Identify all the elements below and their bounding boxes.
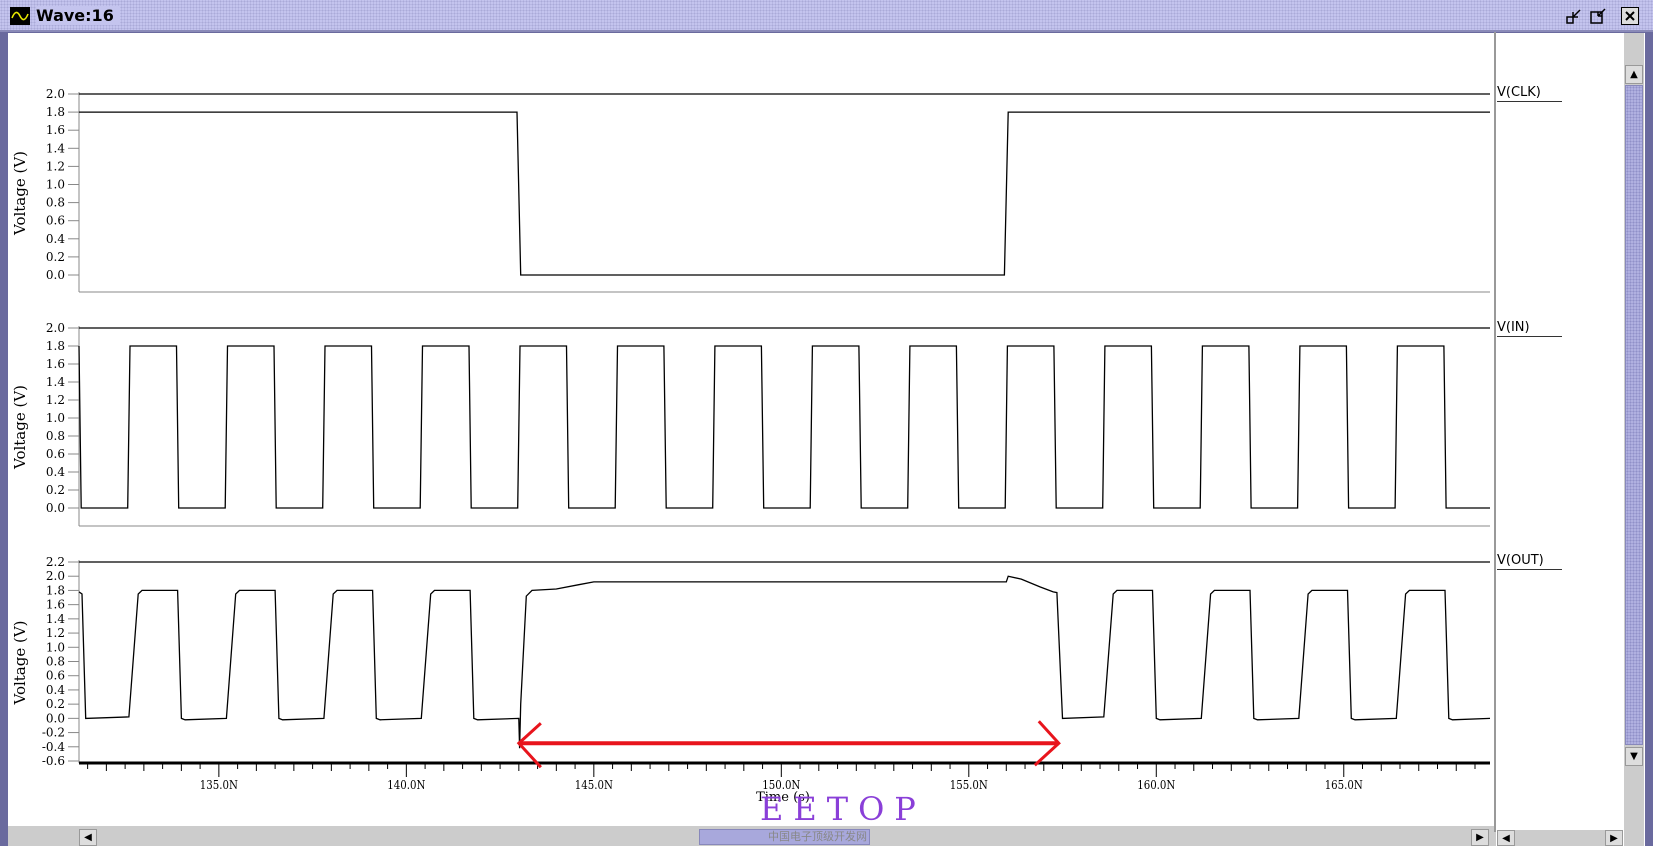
y-axis-label: Voltage (V) [11,385,29,470]
y-tick-label: 2.0 [46,321,65,335]
watermark: EETOP [760,790,926,828]
y-tick-label: 1.4 [46,141,65,155]
legend-horizontal-scrollbar[interactable]: ◀ ▶ [1497,830,1623,846]
legend-scroll-right-button[interactable]: ▶ [1605,830,1623,846]
x-tick-label: 155.0N [950,778,988,792]
y-tick-label: 1.0 [46,640,65,654]
x-tick-label: 165.0N [1325,778,1363,792]
y-tick-label: 0.0 [46,268,65,282]
y-tick-label: 1.8 [46,583,65,597]
y-tick-label: 2.2 [46,555,65,569]
legend-label-clk[interactable]: V(CLK) [1497,85,1562,102]
x-tick-label: 135.0N [200,778,238,792]
y-tick-label: 1.6 [46,123,65,137]
y-tick-label: 0.8 [46,196,65,210]
y-tick-label: 0.0 [46,501,65,515]
y-axis-label: Voltage (V) [11,151,29,236]
x-tick-label: 145.0N [575,778,613,792]
y-tick-label: 1.2 [46,626,65,640]
waveform-plot: 2.01.81.61.41.21.00.80.60.40.20.0Voltage… [11,87,1491,805]
x-tick-label: 160.0N [1137,778,1175,792]
y-tick-label: 0.6 [46,669,65,683]
y-tick-label: 0.2 [46,250,65,264]
y-axis-label: Voltage (V) [11,620,29,705]
y-tick-label: 1.2 [46,159,65,173]
x-tick-label: 140.0N [387,778,425,792]
trace-vin [78,345,1490,509]
y-tick-label: 0.4 [46,232,65,246]
y-tick-label: 0.4 [46,683,65,697]
legend-scroll-left-button[interactable]: ◀ [1497,830,1515,846]
y-tick-label: 1.8 [46,339,65,353]
vertical-scroll-thumb[interactable] [1625,85,1643,745]
scroll-left-button[interactable]: ◀ [79,829,97,846]
trace-vclk [79,111,1490,276]
y-tick-label: 0.0 [46,711,65,725]
y-tick-label: -0.2 [42,726,65,740]
y-tick-label: 0.8 [46,655,65,669]
y-tick-label: 1.4 [46,612,65,626]
trace-vout [78,575,1491,749]
y-tick-label: 2.0 [46,569,65,583]
scroll-down-button[interactable]: ▼ [1625,747,1643,766]
legend-divider[interactable] [1494,32,1496,832]
legend-label-in[interactable]: V(IN) [1497,320,1562,337]
y-tick-label: 0.4 [46,465,65,479]
y-tick-label: 0.6 [46,447,65,461]
scroll-right-button[interactable]: ▶ [1471,829,1489,846]
y-tick-label: 1.0 [46,178,65,192]
scroll-up-button[interactable]: ▲ [1625,65,1643,84]
y-tick-label: -0.4 [42,740,66,754]
vertical-scrollbar[interactable]: ▲ ▼ [1624,33,1644,846]
watermark-subtitle: 中国电子顶级开发网 [768,830,867,843]
y-tick-label: 1.0 [46,411,65,425]
y-tick-label: -0.6 [42,754,65,768]
y-tick-label: 0.2 [46,697,65,711]
y-tick-label: 1.2 [46,393,65,407]
y-tick-label: 2.0 [46,87,65,101]
y-tick-label: 0.2 [46,483,65,497]
y-tick-label: 1.6 [46,357,65,371]
y-tick-label: 1.8 [46,105,65,119]
y-tick-label: 0.6 [46,214,65,228]
y-tick-label: 0.8 [46,429,65,443]
y-tick-label: 1.4 [46,375,65,389]
legend-label-out[interactable]: V(OUT) [1497,553,1562,570]
y-tick-label: 1.6 [46,598,65,612]
